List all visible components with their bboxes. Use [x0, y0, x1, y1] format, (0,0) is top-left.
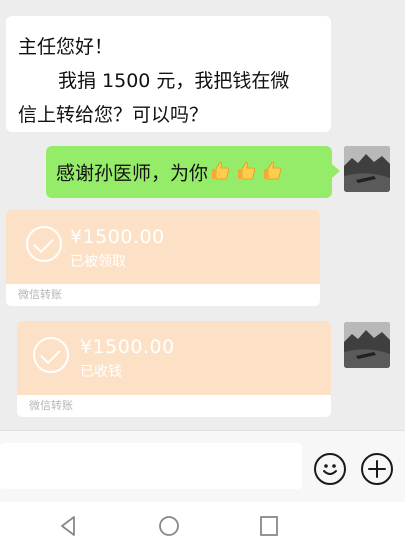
chat-area: 主任您好！ 我捐 1500 元，我把钱在微 信上转给您？可以吗？ 感谢孙医师，为…: [0, 0, 405, 430]
recent-apps-icon[interactable]: [258, 514, 280, 538]
message-line: 主任您好！: [18, 36, 114, 58]
check-circle-icon: [26, 226, 62, 262]
avatar-image: [344, 322, 390, 368]
home-icon[interactable]: [157, 514, 181, 538]
thumbs-up-icon: [212, 161, 230, 180]
transfer-footer: 微信转账: [17, 395, 331, 417]
message-line: 信上转给您？可以吗？: [18, 104, 209, 126]
input-bar: [0, 430, 405, 502]
back-icon[interactable]: [57, 514, 79, 538]
transfer-footer: 微信转账: [6, 284, 320, 306]
message-text: 感谢孙医师，为你: [56, 162, 209, 185]
transfer-amount: ¥1500.00: [70, 226, 165, 248]
plus-icon[interactable]: [361, 453, 393, 485]
plus-glyph-icon: [368, 460, 386, 478]
transfer-amount: ¥1500.00: [80, 336, 175, 358]
incoming-message-bubble[interactable]: 主任您好！ 我捐 1500 元，我把钱在微 信上转给您？可以吗？: [6, 16, 331, 132]
check-circle-icon: [33, 337, 69, 373]
smiley-face-icon: [323, 464, 337, 475]
message-input[interactable]: [0, 443, 302, 489]
avatar[interactable]: [344, 146, 390, 192]
transfer-card-received[interactable]: ¥1500.00 已被领取 微信转账: [6, 210, 320, 306]
transfer-card-body: ¥1500.00 已被领取: [6, 210, 320, 281]
transfer-status: 已收钱: [80, 364, 122, 380]
emoji-group: [208, 158, 286, 190]
thumbs-up-icon: [264, 161, 282, 180]
transfer-status: 已被领取: [70, 254, 126, 270]
thumbs-up-icon: [238, 161, 256, 180]
message-line: 我捐 1500 元，我把钱在微: [58, 70, 290, 92]
avatar[interactable]: [344, 322, 390, 368]
transfer-card-sent[interactable]: ¥1500.00 已收钱 微信转账: [17, 321, 331, 417]
transfer-card-body: ¥1500.00 已收钱: [17, 321, 331, 392]
avatar-image: [344, 146, 390, 192]
system-navigation-bar: [0, 502, 405, 550]
outgoing-message-bubble[interactable]: 感谢孙医师，为你: [46, 146, 340, 198]
emoji-icon[interactable]: [314, 453, 346, 485]
